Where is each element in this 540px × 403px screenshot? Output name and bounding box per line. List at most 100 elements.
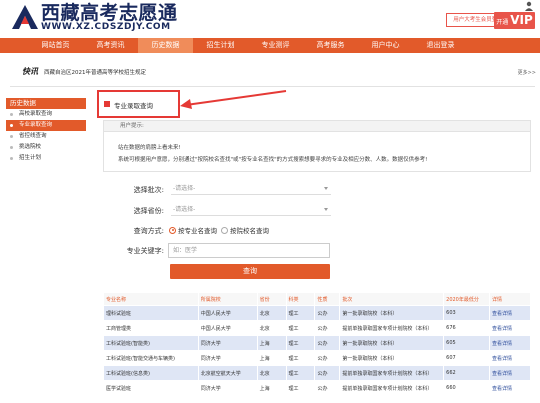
table-row: 工商管理类 中国人民大学 北京 理工 公办 提前单独录取国家专项计划院校（本科）…: [103, 320, 531, 336]
table-row: 理科试验班 中国人民大学 北京 理工 公办 第一批录取院校（本科） 603 查看…: [103, 305, 531, 321]
cell-batch: 第一批录取院校（本科）: [339, 350, 445, 366]
cell-school: 北京航空航天大学: [197, 365, 258, 381]
cell-category: 理工: [285, 335, 316, 351]
sidebar-item-label: 招生计划: [19, 155, 42, 161]
sidebar: 历史数据 高校录取查询 专业录取查询 省控线查询 挑选院校 招生计划: [6, 98, 86, 164]
nav-item-home[interactable]: 网站首页: [28, 38, 83, 53]
tip-box: 用户提示: 站在数据的肩膀上看未来! 系统可根据用户意愿，分别通过"按院校名查找…: [103, 120, 531, 172]
vip-button[interactable]: 开通 VIP: [494, 12, 535, 29]
sidebar-heading: 历史数据: [6, 98, 86, 109]
bullet-icon: [10, 113, 13, 116]
title-marker-icon: [104, 101, 110, 107]
cell-nature: 公办: [314, 335, 341, 351]
news-ticker: 快讯 西藏自治区2021年普通高等学校招生规定 更多>>: [0, 61, 540, 83]
tip-line: 系统可根据用户意愿，分别通过"按院校名查找"或"按专业名查找"的方式搜索想要寻求…: [118, 157, 428, 163]
keyword-label: 专业关键字:: [126, 247, 164, 255]
cell-major: 工科试验班(智能交通与车辆类): [103, 350, 199, 366]
cell-nature: 公办: [314, 365, 341, 381]
nav-item-news[interactable]: 高考资讯: [83, 38, 138, 53]
cell-school: 中国人民大学: [197, 305, 258, 321]
view-detail-link[interactable]: 查看详情: [489, 350, 531, 366]
nav-item-enrollment-plan[interactable]: 招生计划: [193, 38, 248, 53]
radio-by-major[interactable]: [169, 226, 176, 234]
bullet-icon: [10, 146, 13, 149]
cell-province: 上海: [256, 350, 287, 366]
more-link[interactable]: 更多>>: [518, 69, 536, 76]
cell-min-score: 603: [443, 305, 491, 321]
sidebar-item-label: 专业录取查询: [19, 122, 53, 128]
cell-major: 工科试验班(智能类): [103, 335, 199, 351]
cell-category: 理工: [285, 380, 316, 396]
cell-school: 同济大学: [197, 350, 258, 366]
province-select[interactable]: -请选择-: [171, 204, 331, 216]
tip-line: 站在数据的肩膀上看未来!: [118, 145, 181, 151]
cell-min-score: 662: [443, 365, 491, 381]
nav-item-major-test[interactable]: 专业测评: [248, 38, 303, 53]
bullet-icon: [10, 135, 13, 138]
query-mode-group: 按专业名查询 按院校名查询: [169, 225, 269, 235]
cell-min-score: 660: [443, 380, 491, 396]
column-header: 性质: [314, 292, 341, 306]
cell-province: 北京: [256, 320, 287, 336]
panel-title: 专业录取查询: [114, 102, 153, 110]
cell-province: 北京: [256, 365, 287, 381]
table-row: 医学试验班 同济大学 上海 理工 公办 提前单独录取国家专项计划院校（本科） 6…: [103, 380, 531, 396]
cell-nature: 公办: [314, 305, 341, 321]
user-icon[interactable]: [524, 1, 534, 11]
radio-by-school[interactable]: [221, 226, 228, 234]
news-headline[interactable]: 西藏自治区2021年普通高等学校招生规定: [44, 68, 146, 76]
view-detail-link[interactable]: 查看详情: [489, 380, 531, 396]
bullet-icon: [10, 124, 13, 127]
cell-nature: 公办: [314, 320, 341, 336]
chevron-down-icon: [324, 208, 328, 211]
cell-batch: 第一批录取院校（本科）: [339, 305, 445, 321]
keyword-input[interactable]: 如：医学: [168, 243, 330, 258]
cell-school: 中国人民大学: [197, 320, 258, 336]
tip-heading: 用户提示:: [104, 121, 530, 132]
cell-category: 理工: [285, 350, 316, 366]
vip-label: VIP: [510, 13, 533, 27]
cell-province: 北京: [256, 305, 287, 321]
nav-item-services[interactable]: 高考服务: [303, 38, 358, 53]
sidebar-item-label: 高校录取查询: [19, 111, 53, 117]
cell-min-score: 676: [443, 320, 491, 336]
radio-by-school-label[interactable]: 按院校名查询: [230, 225, 269, 235]
nav-item-logout[interactable]: 退出登录: [413, 38, 468, 53]
cell-province: 上海: [256, 380, 287, 396]
cell-nature: 公办: [314, 380, 341, 396]
cell-school: 同济大学: [197, 380, 258, 396]
mode-label: 查询方式:: [133, 227, 164, 235]
site-title[interactable]: 西藏高考志愿通: [41, 3, 178, 23]
sidebar-item-pick-school[interactable]: 挑选院校: [6, 142, 86, 153]
news-tag: 快讯: [22, 67, 38, 76]
view-detail-link[interactable]: 查看详情: [489, 305, 531, 321]
sidebar-item-label: 挑选院校: [19, 144, 42, 150]
cell-category: 理工: [285, 365, 316, 381]
cell-batch: 提前单独录取国家专项计划院校（本科）: [339, 380, 445, 396]
sidebar-item-control-line[interactable]: 省控线查询: [6, 131, 86, 142]
sidebar-item-enrollment-plan[interactable]: 招生计划: [6, 153, 86, 164]
batch-select[interactable]: -请选择-: [171, 183, 331, 195]
radio-by-major-label[interactable]: 按专业名查询: [178, 225, 217, 235]
column-header: 批次: [339, 292, 445, 306]
cell-major: 医学试验班: [103, 380, 199, 396]
column-header: 科类: [285, 292, 316, 306]
column-header: 详情: [489, 292, 531, 306]
table-row: 工科试验班(智能类) 同济大学 上海 理工 公办 第一批录取院校（本科） 605…: [103, 335, 531, 351]
view-detail-link[interactable]: 查看详情: [489, 335, 531, 351]
nav-item-user-center[interactable]: 用户中心: [358, 38, 413, 53]
cell-category: 理工: [285, 305, 316, 321]
site-url: WWW.XZ.CDSZDJY.COM: [41, 22, 171, 32]
cell-min-score: 605: [443, 335, 491, 351]
query-button[interactable]: 查询: [170, 264, 330, 279]
view-detail-link[interactable]: 查看详情: [489, 320, 531, 336]
cell-school: 同济大学: [197, 335, 258, 351]
logo-icon[interactable]: [12, 5, 38, 29]
view-detail-link[interactable]: 查看详情: [489, 365, 531, 381]
sidebar-item-school-admission[interactable]: 高校录取查询: [6, 109, 86, 120]
bullet-icon: [10, 157, 13, 160]
nav-item-history-data[interactable]: 历史数据: [138, 38, 193, 53]
cell-batch: 提前单独录取国家专项计划院校（本科）: [339, 365, 445, 381]
sidebar-item-major-admission[interactable]: 专业录取查询: [6, 120, 86, 131]
cell-major: 理科试验班: [103, 305, 199, 321]
